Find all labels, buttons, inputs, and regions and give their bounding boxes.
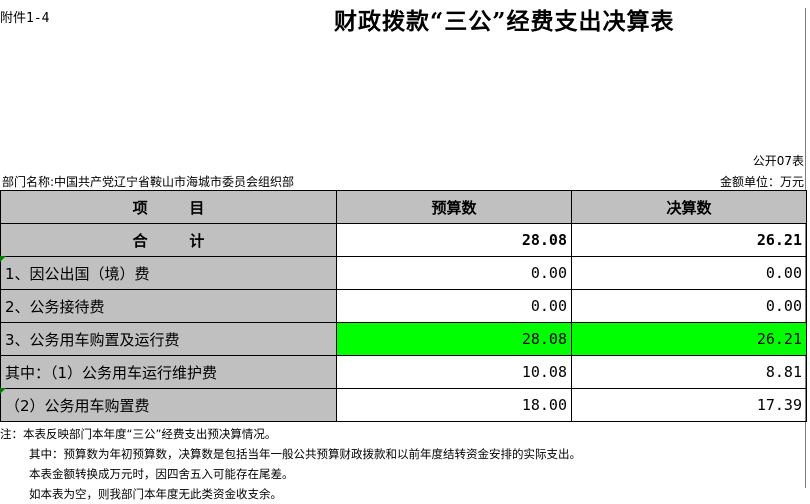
final-cell[interactable]: 8.81 bbox=[571, 355, 807, 389]
row-label[interactable]: （2）公务用车购置费 bbox=[0, 388, 337, 422]
header-budget[interactable]: 预算数 bbox=[336, 190, 572, 224]
row-label[interactable]: 合 计 bbox=[0, 223, 337, 257]
final-cell[interactable]: 26.21 bbox=[571, 322, 807, 356]
header-item[interactable]: 项 目 bbox=[0, 190, 337, 224]
page-title: 财政拨款“三公”经费支出决算表 bbox=[334, 8, 675, 35]
budget-cell[interactable]: 10.08 bbox=[336, 355, 572, 389]
table-row: 2、公务接待费 0.00 0.00 bbox=[0, 289, 807, 323]
table-notes: 注：本表反映部门本年度“三公”经费支出预决算情况。 其中：预算数为年初预算数，决… bbox=[0, 424, 581, 504]
amount-unit: 金额单位：万元 bbox=[719, 175, 804, 189]
row-label[interactable]: 3、公务用车购置及运行费 bbox=[0, 322, 337, 356]
row-label[interactable]: 其中：（1）公务用车运行维护费 bbox=[0, 355, 337, 389]
final-cell[interactable]: 17.39 bbox=[571, 388, 807, 422]
row-label[interactable]: 1、因公出国（境）费 bbox=[0, 256, 337, 290]
budget-cell[interactable]: 0.00 bbox=[336, 256, 572, 290]
note-line: 其中：预算数为年初预算数，决算数是包括当年一般公共预算财政拨款和以前年度结转资金… bbox=[29, 447, 581, 461]
department-name: 部门名称:中国共产党辽宁省鞍山市海城市委员会组织部 bbox=[2, 175, 295, 189]
attachment-label: 附件1-4 bbox=[0, 11, 50, 26]
table-row: 1、因公出国（境）费 0.00 0.00 bbox=[0, 256, 807, 290]
final-cell[interactable]: 26.21 bbox=[571, 223, 807, 257]
table-row: 其中：（1）公务用车运行维护费 10.08 8.81 bbox=[0, 355, 807, 389]
cell-comment-marker-icon bbox=[0, 256, 6, 262]
form-number: 公开07表 bbox=[752, 154, 804, 168]
final-cell[interactable]: 0.00 bbox=[571, 289, 807, 323]
header-final[interactable]: 决算数 bbox=[571, 190, 807, 224]
budget-cell[interactable]: 28.08 bbox=[336, 223, 572, 257]
note-line: 注：本表反映部门本年度“三公”经费支出预决算情况。 bbox=[0, 427, 277, 441]
row-label[interactable]: 2、公务接待费 bbox=[0, 289, 337, 323]
budget-cell[interactable]: 0.00 bbox=[336, 289, 572, 323]
note-line: 本表金额转换成万元时，因四舍五入可能存在尾差。 bbox=[29, 467, 294, 481]
table-row-total: 合 计 28.08 26.21 bbox=[0, 223, 807, 257]
table-header-row: 项 目 预算数 决算数 bbox=[0, 190, 807, 224]
expense-table: 项 目 预算数 决算数 合 计 28.08 26.21 1、因公出国（境）费 0… bbox=[0, 190, 807, 422]
note-line: 如本表为空，则我部门本年度无此类资金收支余。 bbox=[29, 487, 282, 501]
cell-comment-marker-icon bbox=[0, 388, 6, 394]
table-row: 3、公务用车购置及运行费 28.08 26.21 bbox=[0, 322, 807, 356]
budget-cell[interactable]: 18.00 bbox=[336, 388, 572, 422]
table-row: （2）公务用车购置费 18.00 17.39 bbox=[0, 388, 807, 422]
final-cell[interactable]: 0.00 bbox=[571, 256, 807, 290]
budget-cell[interactable]: 28.08 bbox=[336, 322, 572, 356]
